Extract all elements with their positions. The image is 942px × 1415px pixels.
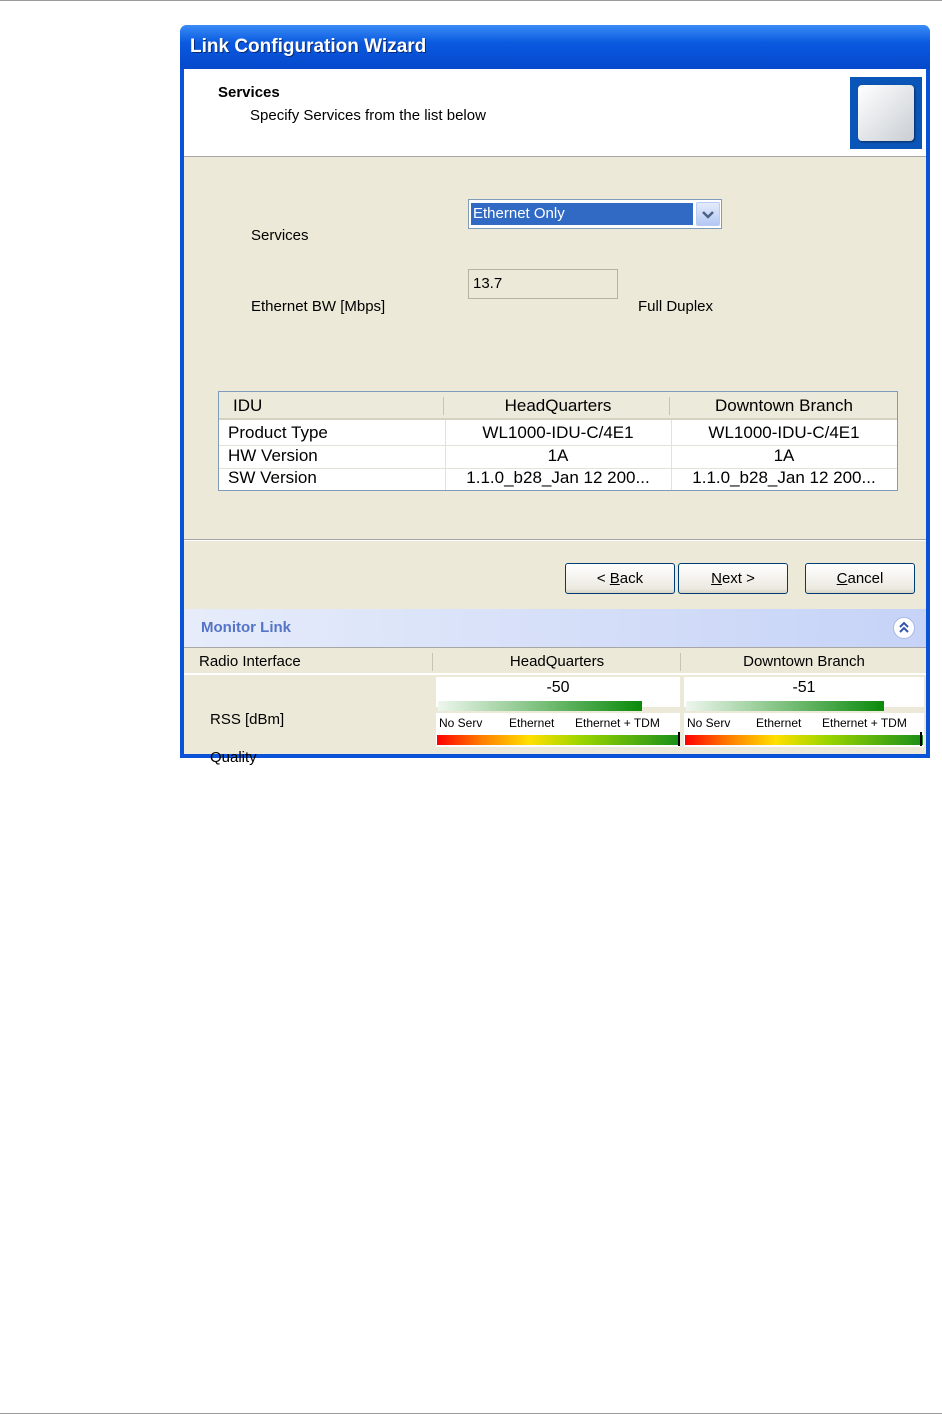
idu-table-header: IDU HeadQuarters Downtown Branch xyxy=(219,392,897,420)
ethernet-bw-field: 13.7 xyxy=(468,269,618,299)
column-header-radio-interface: Radio Interface xyxy=(199,653,301,670)
cell-value: 1.1.0_b28_Jan 12 200... xyxy=(466,468,650,487)
collapse-button[interactable] xyxy=(893,617,915,639)
ethernet-bw-label: Ethernet BW [Mbps] xyxy=(251,298,386,315)
wizard-header: Services Specify Services from the list … xyxy=(184,69,926,157)
wizard-window: Link Configuration Wizard Services Speci… xyxy=(180,25,930,766)
rss-value: -50 xyxy=(546,679,570,696)
rss-downtown-branch: -51 xyxy=(684,677,924,711)
back-button-accelerator: B xyxy=(609,570,620,587)
services-dropdown[interactable]: Ethernet Only xyxy=(468,199,722,229)
title-bar[interactable]: Link Configuration Wizard xyxy=(180,25,930,69)
button-area-divider-highlight xyxy=(184,540,926,541)
row-label: HW Version xyxy=(228,446,318,465)
back-button-label: ack xyxy=(619,570,644,587)
services-selected-value: Ethernet Only xyxy=(471,203,693,225)
quality-scale-label: No Serv xyxy=(439,716,483,730)
rss-level-bar xyxy=(438,701,642,711)
monitor-link-panel-header[interactable]: Monitor Link xyxy=(184,609,926,647)
next-button-label: ext > xyxy=(721,570,755,587)
rss-label: RSS [dBm] xyxy=(210,711,285,728)
idu-table: IDU HeadQuarters Downtown Branch Product… xyxy=(218,391,898,491)
duplex-label: Full Duplex xyxy=(638,298,714,315)
column-divider xyxy=(671,420,672,490)
column-header-headquarters: HeadQuarters xyxy=(504,396,612,415)
quality-scale-label: No Serv xyxy=(687,716,731,730)
double-chevron-up-icon xyxy=(899,621,909,633)
monitor-link-title: Monitor Link xyxy=(201,619,291,636)
quality-scale-label: Ethernet xyxy=(509,716,555,730)
page-subtitle: Specify Services from the list below xyxy=(250,107,486,124)
quality-label: Quality xyxy=(210,749,257,766)
quality-level-bar xyxy=(685,735,923,745)
cell-value: 1.1.0_b28_Jan 12 200... xyxy=(692,468,876,487)
next-button[interactable]: Next > xyxy=(678,563,788,594)
rss-headquarters: -50 xyxy=(436,677,680,711)
header-divider xyxy=(669,397,670,415)
page-top-rule xyxy=(0,0,942,1)
header-divider xyxy=(680,653,681,671)
row-label: SW Version xyxy=(228,468,317,487)
page-title: Services xyxy=(218,84,280,101)
monitor-table-header: Radio Interface HeadQuarters Downtown Br… xyxy=(184,647,926,675)
window-title: Link Configuration Wizard xyxy=(190,36,427,57)
wizard-client-area: Services Specify Services from the list … xyxy=(184,69,926,766)
row-label: Product Type xyxy=(228,423,328,442)
antenna-panel-icon xyxy=(858,85,914,141)
quality-marker xyxy=(920,732,922,746)
rss-value: -51 xyxy=(792,679,816,696)
cell-value: WL1000-IDU-C/4E1 xyxy=(482,423,634,442)
outdoor-unit-icon xyxy=(850,77,922,149)
page-bottom-rule xyxy=(0,1413,942,1414)
back-button-prefix: < xyxy=(596,570,610,587)
header-divider xyxy=(443,397,444,415)
quality-marker xyxy=(678,732,680,746)
column-divider xyxy=(445,420,446,490)
quality-downtown-branch: No Serv Ethernet Ethernet + TDM xyxy=(684,713,924,747)
services-label: Services xyxy=(251,227,309,244)
column-header-downtown-branch: Downtown Branch xyxy=(715,396,853,415)
quality-scale-label: Ethernet + TDM xyxy=(575,716,660,730)
cell-value: 1A xyxy=(773,446,795,465)
cancel-button-label: ancel xyxy=(847,570,884,587)
quality-scale-label: Ethernet + TDM xyxy=(822,716,907,730)
cell-value: WL1000-IDU-C/4E1 xyxy=(708,423,860,442)
quality-level-bar xyxy=(437,735,679,745)
quality-scale-label: Ethernet xyxy=(756,716,802,730)
back-button[interactable]: < Back xyxy=(565,563,675,594)
header-divider xyxy=(432,653,433,671)
quality-headquarters: No Serv Ethernet Ethernet + TDM xyxy=(436,713,680,747)
cancel-button[interactable]: Cancel xyxy=(805,563,915,594)
rss-level-bar xyxy=(686,701,884,711)
chevron-down-icon xyxy=(702,211,714,219)
column-header-idu: IDU xyxy=(233,396,263,415)
column-header-downtown-branch: Downtown Branch xyxy=(743,653,865,670)
cancel-button-accelerator: C xyxy=(836,570,848,587)
cell-value: 1A xyxy=(547,446,569,465)
column-header-headquarters: HeadQuarters xyxy=(509,653,605,670)
dropdown-button[interactable] xyxy=(696,202,720,226)
next-button-accelerator: N xyxy=(711,570,722,587)
